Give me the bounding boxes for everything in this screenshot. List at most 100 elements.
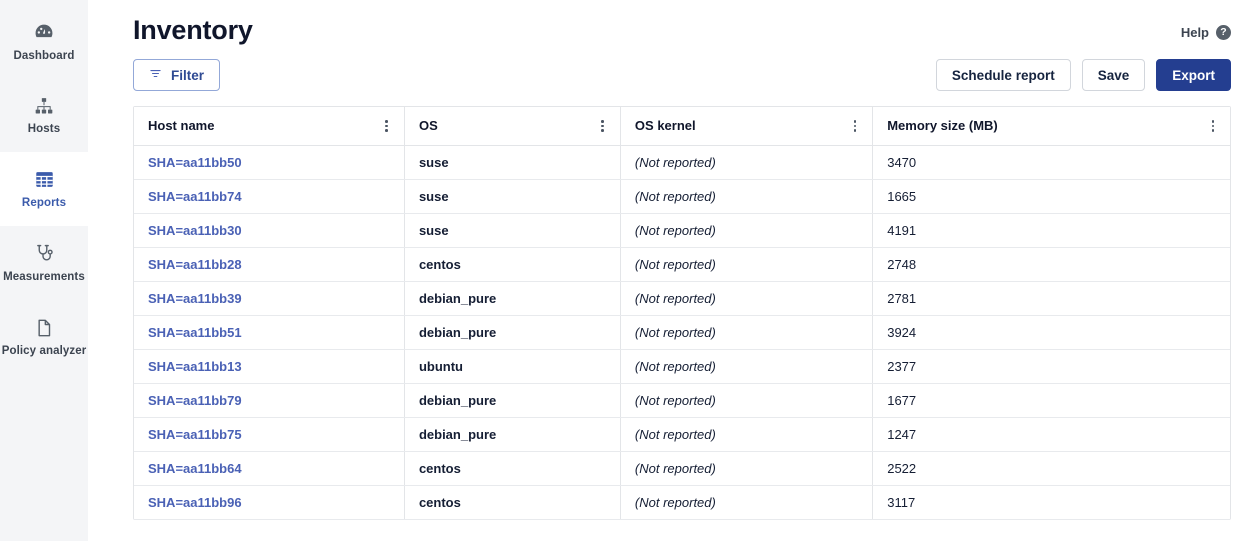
sidebar-item-label: Measurements: [3, 271, 85, 283]
host-link[interactable]: SHA=aa11bb51: [148, 325, 242, 340]
cell-os-kernel: (Not reported): [620, 315, 874, 350]
cell-os-kernel: (Not reported): [620, 349, 874, 384]
cell-host-name: SHA=aa11bb28: [134, 247, 405, 282]
column-header-os-kernel[interactable]: OS kernel: [620, 107, 874, 146]
cell-os-kernel: (Not reported): [620, 417, 874, 452]
kebab-menu-icon[interactable]: [383, 120, 390, 132]
table-row: SHA=aa11bb75 debian_pure (Not reported) 124…: [134, 417, 1230, 452]
filter-button-label: Filter: [171, 67, 205, 83]
cell-memory-size: 2748: [872, 247, 1230, 282]
kebab-menu-icon[interactable]: [599, 120, 606, 132]
cell-host-name: SHA=aa11bb74: [134, 179, 405, 214]
column-header-os[interactable]: OS: [404, 107, 621, 146]
table-header-row: Host name OS OS kernel Memory size (MB): [134, 107, 1230, 146]
kebab-menu-icon[interactable]: [1210, 120, 1217, 132]
cell-os: suse: [404, 213, 621, 248]
cell-os-kernel: (Not reported): [620, 145, 874, 180]
table-row: SHA=aa11bb13 ubuntu (Not reported) 2377: [134, 349, 1230, 384]
host-link[interactable]: SHA=aa11bb39: [148, 291, 242, 306]
table-grid-icon: [34, 169, 55, 190]
cell-host-name: SHA=aa11bb13: [134, 349, 405, 384]
host-link[interactable]: SHA=aa11bb79: [148, 393, 242, 408]
stethoscope-icon: [34, 243, 55, 264]
host-link[interactable]: SHA=aa11bb64: [148, 461, 242, 476]
host-link[interactable]: SHA=aa11bb50: [148, 155, 242, 170]
filter-button[interactable]: Filter: [133, 59, 221, 91]
table-row: SHA=aa11bb79 debian_pure (Not reported) 167…: [134, 383, 1230, 418]
cell-memory-size: 3117: [872, 485, 1230, 520]
cell-memory-size: 1665: [872, 179, 1230, 214]
cell-memory-size: 1677: [872, 383, 1230, 418]
column-header-label: OS: [418, 118, 438, 134]
cell-memory-size: 3470: [872, 145, 1230, 180]
cell-memory-size: 2781: [872, 281, 1230, 316]
cell-host-name: SHA=aa11bb39: [134, 281, 405, 316]
cell-memory-size: 2377: [872, 349, 1230, 384]
export-button[interactable]: Export: [1156, 59, 1231, 91]
gauge-icon: [33, 21, 55, 43]
host-link[interactable]: SHA=aa11bb28: [148, 257, 242, 272]
cell-host-name: SHA=aa11bb51: [134, 315, 405, 350]
cell-os: ubuntu: [404, 349, 621, 384]
table-body: SHA=aa11bb50 suse (Not reported) 3470 SHA=aa…: [134, 145, 1230, 520]
main-content: Inventory Help ? Filter Schedule report …: [88, 0, 1248, 541]
cell-os: centos: [404, 485, 621, 520]
cell-os: debian_pure: [404, 281, 621, 316]
column-header-memory-size[interactable]: Memory size (MB): [872, 107, 1230, 146]
host-link[interactable]: SHA=aa11bb75: [148, 427, 242, 442]
page-title: Inventory: [133, 15, 253, 45]
table-row: SHA=aa11bb28 centos (Not reported) 2748: [134, 247, 1230, 282]
cell-os: debian_pure: [404, 383, 621, 418]
host-link[interactable]: SHA=aa11bb96: [148, 495, 242, 510]
sidebar-item-label: Dashboard: [13, 49, 75, 62]
table-row: SHA=aa11bb96 centos (Not reported) 3117: [134, 485, 1230, 520]
sidebar-item-measurements[interactable]: Measurements: [0, 226, 88, 300]
cell-os-kernel: (Not reported): [620, 485, 874, 520]
cell-os-kernel: (Not reported): [620, 247, 874, 282]
host-link[interactable]: SHA=aa11bb13: [148, 359, 242, 374]
column-header-host-name[interactable]: Host name: [134, 107, 405, 146]
cell-memory-size: 4191: [872, 213, 1230, 248]
table-row: SHA=aa11bb74 suse (Not reported) 1665: [134, 179, 1230, 214]
table-header: Host name OS OS kernel Memory size (MB): [134, 107, 1230, 146]
toolbar-right-actions: Schedule report Save Export: [935, 59, 1231, 91]
table-row: SHA=aa11bb64 centos (Not reported) 2522: [134, 451, 1230, 486]
cell-os-kernel: (Not reported): [620, 213, 874, 248]
cell-memory-size: 3924: [872, 315, 1230, 350]
column-header-label: Memory size (MB): [887, 118, 998, 134]
column-header-label: OS kernel: [634, 118, 696, 134]
cell-os: suse: [404, 145, 621, 180]
sidebar-item-dashboard[interactable]: Dashboard: [0, 4, 88, 78]
sidebar-item-policy-analyzer[interactable]: Policy analyzer: [0, 300, 88, 374]
help-link[interactable]: Help ?: [1181, 25, 1231, 40]
filter-icon: [149, 67, 162, 83]
sidebar-item-label: Policy analyzer: [1, 344, 87, 357]
sitemap-icon: [34, 96, 54, 116]
host-link[interactable]: SHA=aa11bb30: [148, 223, 242, 238]
document-icon: [34, 318, 54, 338]
table-row: SHA=aa11bb39 debian_pure (Not reported) 278…: [134, 281, 1230, 316]
cell-os: debian_pure: [404, 417, 621, 452]
sidebar: Dashboard Hosts Reports Measurements Pol…: [0, 0, 88, 541]
sidebar-item-reports[interactable]: Reports: [0, 152, 88, 226]
inventory-table-container: Host name OS OS kernel Memory size (MB) …: [133, 106, 1231, 520]
kebab-menu-icon[interactable]: [852, 120, 859, 132]
sidebar-item-hosts[interactable]: Hosts: [0, 78, 88, 152]
cell-memory-size: 1247: [872, 417, 1230, 452]
sidebar-item-label: Hosts: [27, 122, 61, 135]
cell-host-name: SHA=aa11bb75: [134, 417, 405, 452]
cell-os: centos: [404, 247, 621, 282]
host-link[interactable]: SHA=aa11bb74: [148, 189, 242, 204]
schedule-report-button[interactable]: Schedule report: [935, 59, 1071, 91]
cell-os-kernel: (Not reported): [620, 451, 874, 486]
cell-memory-size: 2522: [872, 451, 1230, 486]
table-row: SHA=aa11bb51 debian_pure (Not reported) 392…: [134, 315, 1230, 350]
cell-os-kernel: (Not reported): [620, 281, 874, 316]
save-button[interactable]: Save: [1081, 59, 1146, 91]
app-root: Dashboard Hosts Reports Measurements Pol…: [0, 0, 1248, 541]
cell-host-name: SHA=aa11bb50: [134, 145, 405, 180]
question-circle-icon: ?: [1216, 25, 1231, 40]
toolbar: Filter Schedule report Save Export: [133, 59, 1231, 91]
help-label: Help: [1180, 25, 1209, 40]
cell-host-name: SHA=aa11bb79: [134, 383, 405, 418]
